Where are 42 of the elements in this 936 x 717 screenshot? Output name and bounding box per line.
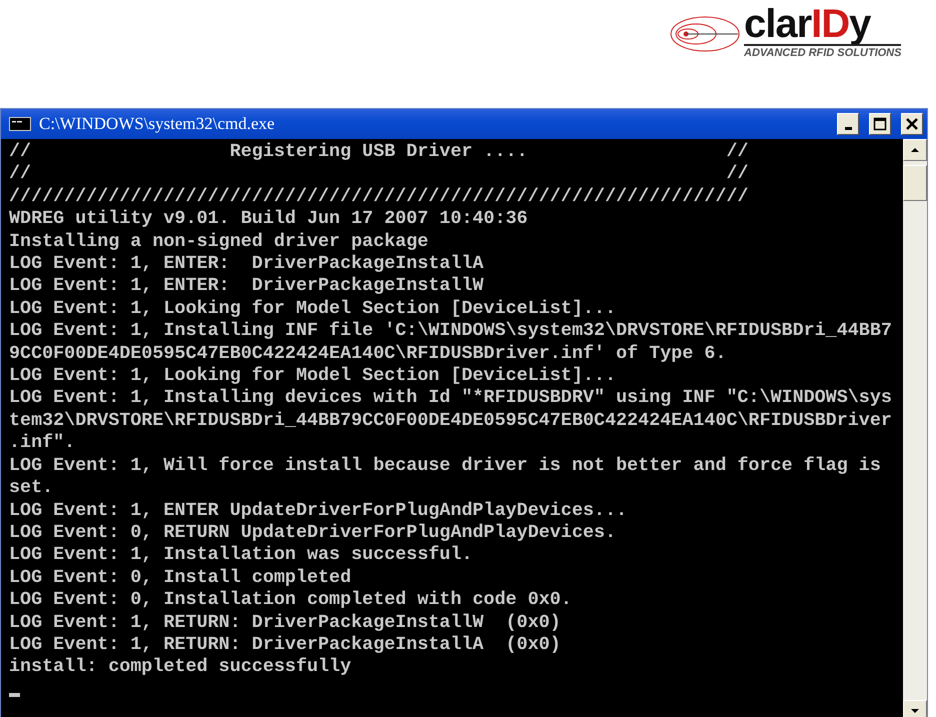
console-line: LOG Event: 1, Looking for Model Section [DeviceList]... [9,365,616,388]
brand-logo-text: clarIDy [744,2,870,47]
console-line: LOG Event: 0, RETURN UpdateDriverForPlugAndPlayDevices. [9,522,616,544]
console-line: /////////////////////////////////////////////////////////////////// [9,186,748,208]
maximize-button[interactable] [869,113,891,135]
console-line: LOG Event: 1, Installing devices with Id "*RFIDUSBDRV" using INF "C:\WINDOWS\sys [9,387,892,410]
logo-tagline: ADVANCED RFID SOLUTIONS [744,44,902,59]
console-line: tem32\DRVSTORE\RFIDUSBDri_44BB79CC0F00DE4DE0595C47EB0C422424EA140C\RFIDUSBDriver [9,410,892,432]
console-line: LOG Event: 1, Will force install because driver is not better and force flag is [9,454,881,478]
scroll-up-button[interactable] [903,139,927,161]
console-line: 9CC0F00DE4DE0595C47EB0C422424EA140C\RFIDUSBDriver.inf' of Type 6. [9,342,726,366]
window-title: C:\WINDOWS\system32\cmd.exe [39,114,276,134]
console-line: // Registering USB Driver .... // [9,141,748,164]
scrollbar[interactable] [903,139,927,717]
console-line: LOG Event: 1, ENTER: DriverPackageInstallA [9,253,484,276]
console-line: LOG Event: 1, RETURN: DriverPackageInstallW (0x0) [9,612,561,634]
console-line: LOG Event: 1, Installing INF file 'C:\WINDOWS\system32\DRVSTORE\RFIDUSBDri_44BB7 [9,320,892,343]
scroll-thumb[interactable] [903,165,927,201]
console-line: LOG Event: 0, Install completed [9,566,352,590]
console-line: LOG Event: 1, RETURN: DriverPackageInstallA (0x0) [9,634,561,656]
console-line: LOG Event: 1, ENTER UpdateDriverForPlugAndPlayDevices... [9,500,628,522]
console-line: LOG Event: 1, Installation was successful. [9,544,473,567]
close-icon [905,117,919,131]
text-cursor [9,692,20,697]
minimize-icon [844,126,852,130]
console-line: .inf". [9,432,76,455]
close-button[interactable] [901,113,923,135]
console-line: // // [9,163,748,186]
console-icon [9,117,31,131]
up-arrow-icon [910,147,920,153]
console-line: WDREG utility v9.01. Build Jun 17 2007 10:40:36 [9,208,528,231]
down-arrow-icon [910,708,920,714]
console-line: LOG Event: 1, ENTER: DriverPackageInstallW [9,275,484,298]
console-line: LOG Event: 0, Installation completed with code 0x0. [9,589,572,612]
console-line: install: completed successfully [9,656,352,679]
console-line: set. [9,477,54,500]
target-rings-drawing [670,16,740,52]
maximize-icon [873,117,887,131]
minimize-button[interactable] [837,113,859,135]
console-line: Installing a non-signed driver package [9,230,428,254]
console-line: LOG Event: 1, Looking for Model Section [DeviceList]... [9,298,616,320]
scroll-down-button[interactable] [903,700,927,717]
